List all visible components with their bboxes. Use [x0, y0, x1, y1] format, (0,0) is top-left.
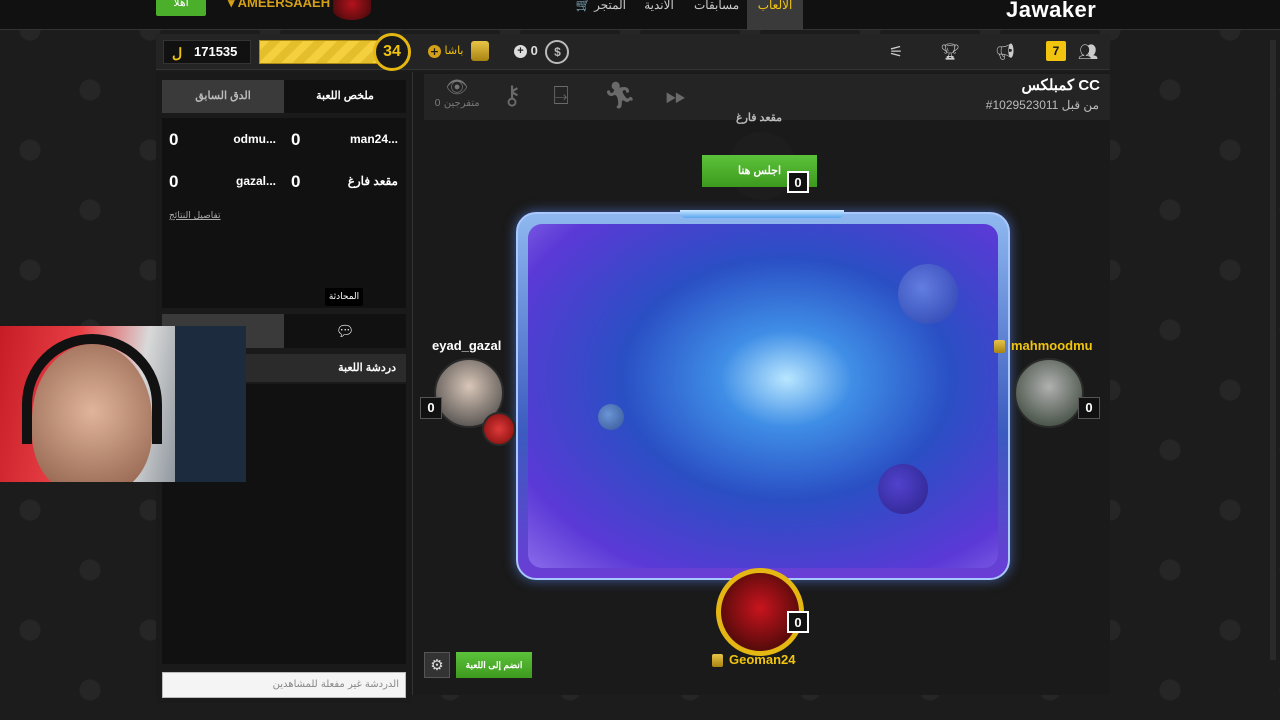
- nav-tab-clubs[interactable]: الأندية: [640, 0, 678, 30]
- spectators-counter[interactable]: 👁︎ 0 متفرجين: [432, 78, 482, 114]
- spectators-label: 0 متفرجين: [434, 98, 480, 109]
- key-icon[interactable]: ⚷: [494, 78, 530, 114]
- summary-box: [162, 232, 406, 308]
- score-name: gazal...: [235, 174, 276, 188]
- jawaker-logo[interactable]: Jawaker: [1006, 0, 1096, 23]
- tab-game-summary[interactable]: ملخص اللعبة: [284, 80, 406, 113]
- score-value: 0: [291, 172, 301, 191]
- planet-icon: [598, 404, 624, 430]
- bottom-player-score: 0: [787, 611, 809, 633]
- top-navbar: أهلا ▾ AMEERSAAEH 🛒 المتجر الأندية مسابق…: [0, 0, 1280, 30]
- right-player-name[interactable]: mahmoodmu: [994, 338, 1093, 354]
- nav-tab-store[interactable]: 🛒 المتجر: [570, 0, 626, 30]
- tab-previous-round[interactable]: الدق السابق: [162, 80, 284, 113]
- basha-label: باشا: [444, 44, 464, 57]
- score-value: 0: [169, 172, 179, 191]
- tab-chat[interactable]: 💬︎: [284, 314, 406, 348]
- score-value: 0: [169, 130, 179, 149]
- plus-icon: +: [428, 44, 441, 58]
- coins-value: 171535: [194, 44, 238, 59]
- gem-icon: $: [545, 39, 570, 64]
- top-avatar[interactable]: [333, 0, 371, 20]
- game-table: [516, 212, 1010, 580]
- nav-tab-games[interactable]: الألعاب: [747, 0, 803, 30]
- caret-down-icon: ▾: [228, 0, 238, 10]
- page-scrollbar[interactable]: [1270, 40, 1276, 660]
- xp-progress-bar: [259, 40, 384, 64]
- gold-bar-icon: [470, 41, 489, 61]
- space-table-surface: [528, 224, 998, 568]
- runner-icon[interactable]: 🏃︎: [602, 78, 638, 114]
- right-player-name-label: mahmoodmu: [1011, 338, 1093, 353]
- username-label: AMEERSAAEH: [237, 0, 331, 10]
- chat-input[interactable]: الدردشة غير مفعلة للمشاهدين: [162, 672, 406, 698]
- score-name: odmu...: [233, 132, 276, 146]
- empty-seat-label: مقعد فارغ: [736, 112, 783, 124]
- bottom-player-name-label: Geoman24: [729, 652, 796, 667]
- megaphone-icon[interactable]: 📢︎: [993, 40, 1017, 64]
- fast-forward-icon[interactable]: ⏩︎: [658, 78, 694, 114]
- gems-value: 0: [530, 43, 538, 58]
- chat-bubble-icon: 💬︎: [335, 322, 355, 340]
- left-player-score: 0: [420, 397, 442, 419]
- plus-icon: +: [514, 45, 527, 59]
- left-player-name[interactable]: eyad_gazal: [432, 338, 501, 353]
- basha-pill[interactable]: + باشا: [428, 40, 489, 64]
- game-title: كمبلكس CC: [1021, 77, 1100, 94]
- webcam-overlay: [0, 326, 246, 482]
- gaming-chair: [175, 326, 246, 482]
- notification-badge[interactable]: 7: [1046, 41, 1066, 61]
- cart-icon: 🛒: [575, 0, 595, 12]
- gold-bar-icon: [712, 654, 723, 668]
- friends-icon[interactable]: 👥︎: [1076, 40, 1100, 64]
- game-id: #1029523011 من قبل: [985, 98, 1099, 112]
- results-details-link[interactable]: تفاصيل النتائج: [169, 211, 221, 221]
- settings-gear-button[interactable]: ⚙: [424, 652, 450, 678]
- gear-icon: ⚙: [430, 656, 444, 674]
- trophy-icon[interactable]: 🏆︎: [938, 40, 962, 64]
- right-player-avatar[interactable]: [1014, 358, 1084, 428]
- level-badge[interactable]: 34: [373, 33, 411, 71]
- join-game-button[interactable]: انضم إلى اللعبة: [456, 652, 532, 678]
- left-player-badge: [482, 412, 516, 446]
- nav-tab-store-label: المتجر: [594, 0, 626, 12]
- headset-icon: [22, 334, 162, 444]
- top-player-score: 0: [787, 171, 809, 193]
- score-name: man24...: [349, 132, 398, 146]
- bottom-player-name[interactable]: Geoman24: [712, 652, 796, 668]
- score-value: 0: [291, 130, 301, 149]
- score-name: مقعد فارغ: [347, 174, 398, 188]
- rss-icon[interactable]: ⚟: [884, 40, 908, 64]
- eye-icon: 👁︎: [445, 77, 469, 98]
- planet-icon: [878, 464, 928, 514]
- chat-tooltip: المحادثة: [325, 288, 363, 306]
- right-player-score: 0: [1078, 397, 1100, 419]
- coin-icon: ﻝ: [172, 45, 183, 61]
- top-username[interactable]: ▾ AMEERSAAEH: [228, 0, 330, 11]
- top-action-button[interactable]: أهلا: [156, 0, 206, 16]
- coins-counter[interactable]: ﻝ 171535: [163, 40, 251, 64]
- gold-bar-icon: [994, 340, 1005, 354]
- planet-icon: [898, 264, 958, 324]
- nav-tab-tournaments[interactable]: مسابقات: [694, 0, 739, 30]
- exit-door-icon[interactable]: ⍈: [543, 78, 579, 114]
- table-notch: [680, 210, 844, 218]
- gems-counter[interactable]: + 0 $: [514, 39, 570, 65]
